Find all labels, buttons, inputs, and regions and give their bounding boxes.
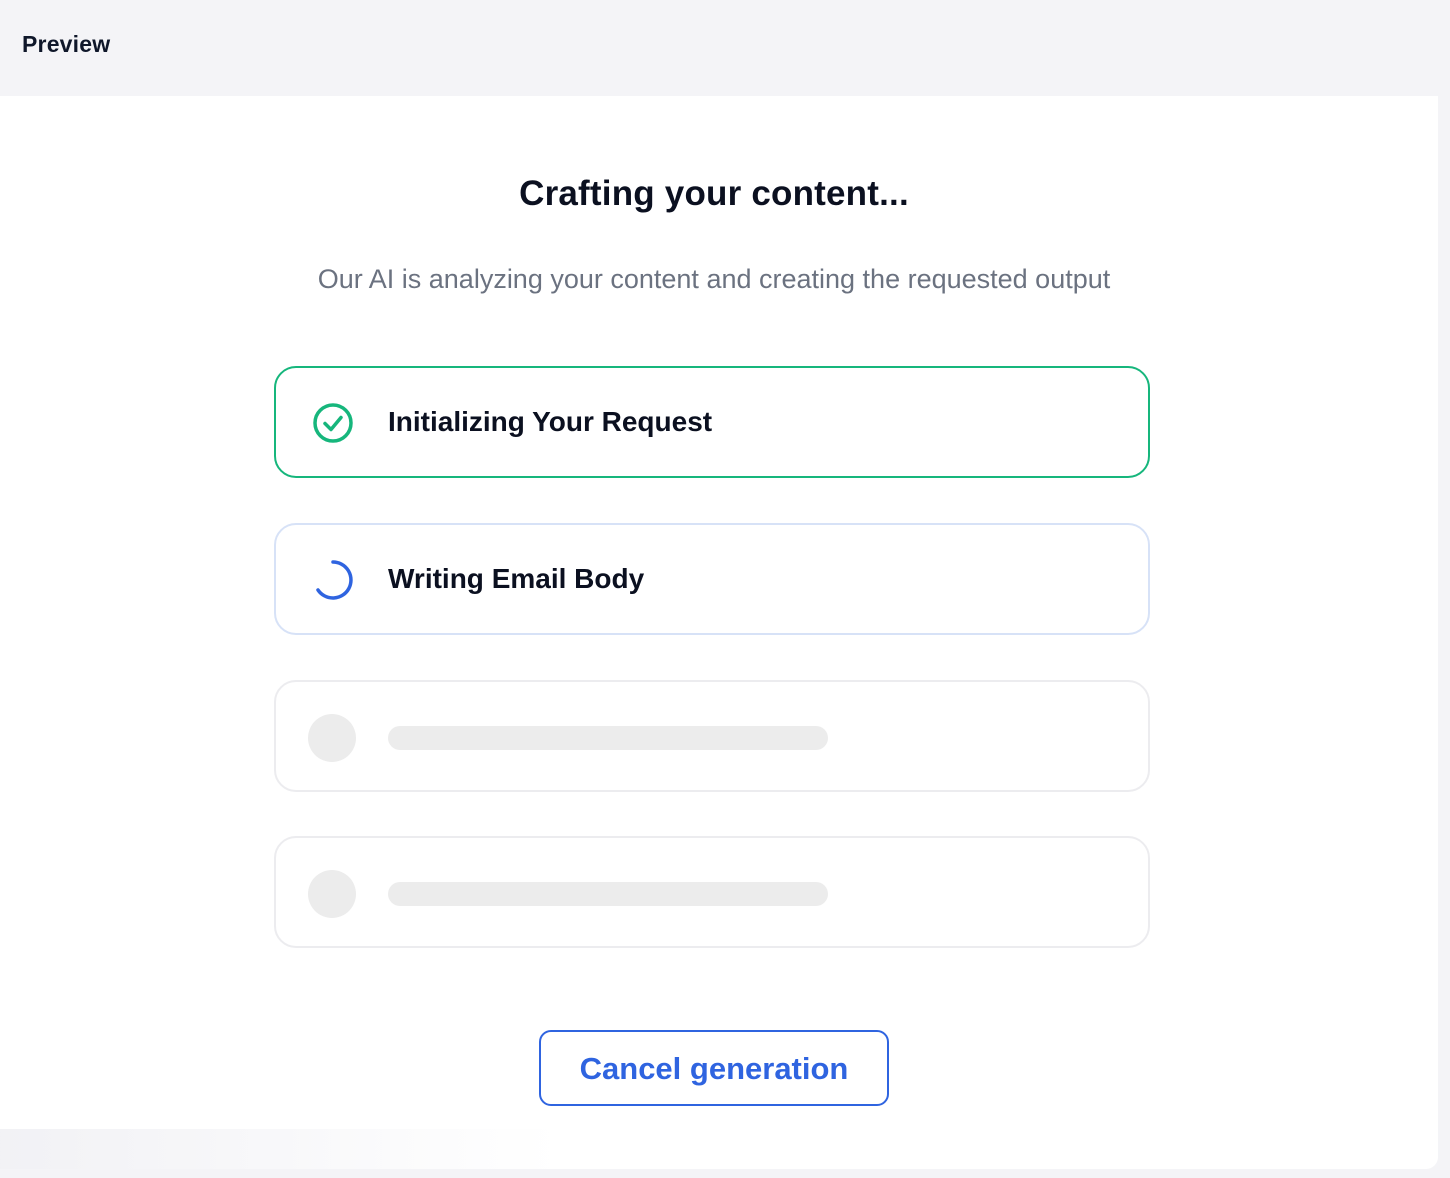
check-circle-icon xyxy=(313,403,353,443)
page-subtitle: Our AI is analyzing your content and cre… xyxy=(317,264,1111,294)
skeleton-icon-placeholder xyxy=(308,870,356,918)
skeleton-text-placeholder xyxy=(388,882,828,906)
progress-step-pending xyxy=(274,680,1150,792)
preview-header: Preview xyxy=(0,0,1450,96)
spinner-icon xyxy=(316,560,353,600)
progress-step-active: Writing Email Body xyxy=(274,523,1150,635)
step-label: Initializing Your Request xyxy=(388,406,713,437)
skeleton-icon-placeholder xyxy=(308,714,356,762)
header-title: Preview xyxy=(22,31,111,57)
preview-panel: Crafting your content... Our AI is analy… xyxy=(0,96,1438,1169)
cancel-generation-button[interactable]: Cancel generation xyxy=(539,1030,889,1106)
step-label: Writing Email Body xyxy=(388,563,645,594)
progress-step-pending xyxy=(274,836,1150,948)
progress-step-completed: Initializing Your Request xyxy=(274,366,1150,478)
page-title: Crafting your content... xyxy=(519,174,909,213)
panel-bottom-shadow xyxy=(0,1129,560,1169)
skeleton-text-placeholder xyxy=(388,726,828,750)
